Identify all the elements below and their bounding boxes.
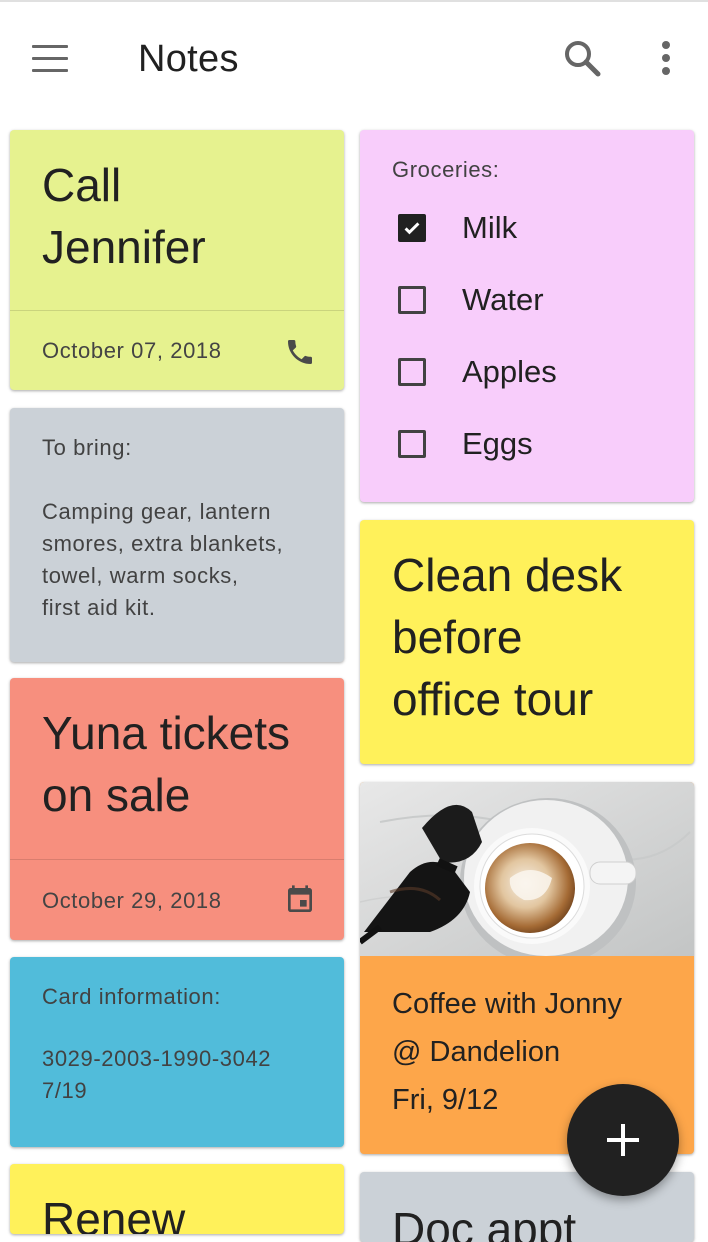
- search-icon[interactable]: [560, 36, 604, 80]
- note-card-clean-desk[interactable]: Clean desk before office tour: [360, 520, 694, 764]
- note-card-yuna-tickets[interactable]: Yuna tickets on sale October 29, 2018: [10, 678, 344, 940]
- note-card-call-jennifer[interactable]: Call Jennifer October 07, 2018: [10, 130, 344, 390]
- note-title-line: Doc appt: [392, 1203, 577, 1242]
- checkbox-unchecked[interactable]: [398, 358, 426, 386]
- page-title: Notes: [138, 38, 239, 80]
- note-title-line: on sale: [42, 769, 191, 821]
- note-heading: Groceries:: [392, 157, 500, 182]
- note-heading: Card information:: [42, 984, 221, 1009]
- checkbox-unchecked[interactable]: [398, 430, 426, 458]
- card-divider: [10, 859, 344, 860]
- card-divider: [10, 310, 344, 311]
- checklist-item-label: Eggs: [462, 426, 533, 461]
- note-heading: To bring:: [42, 435, 132, 460]
- note-card-groceries[interactable]: Groceries: Milk Water Apples Eggs: [360, 130, 694, 502]
- note-card-to-bring[interactable]: To bring: Camping gear, lantern smores, …: [10, 408, 344, 662]
- note-body-line: smores, extra blankets,: [42, 531, 284, 556]
- coffee-cup-with-sunglasses-image: [360, 782, 694, 956]
- app-bar: Notes: [0, 2, 708, 114]
- note-card-renew[interactable]: Renew: [10, 1164, 344, 1234]
- note-date: October 07, 2018: [42, 338, 222, 363]
- checkbox-unchecked[interactable]: [398, 286, 426, 314]
- checklist-item-label: Milk: [462, 210, 518, 245]
- note-body-line: first aid kit.: [42, 595, 156, 620]
- note-title-line: Yuna tickets: [42, 707, 291, 759]
- note-body-line: 3029-2003-1990-3042: [42, 1046, 272, 1071]
- note-title-line: before: [392, 611, 523, 663]
- note-title-line: Call: [42, 159, 122, 211]
- note-title-line: Renew: [42, 1193, 186, 1234]
- checklist-item-label: Water: [462, 282, 544, 317]
- hamburger-menu-icon[interactable]: [30, 45, 70, 73]
- add-note-button[interactable]: [567, 1084, 679, 1196]
- phone-icon[interactable]: [284, 336, 316, 368]
- note-body-line: Camping gear, lantern: [42, 499, 272, 524]
- note-date: October 29, 2018: [42, 888, 222, 913]
- checklist-item-label: Apples: [462, 354, 557, 389]
- note-body-line: 7/19: [42, 1078, 88, 1103]
- add-icon: [607, 1124, 639, 1156]
- more-vert-icon[interactable]: [650, 36, 682, 80]
- note-title-line: Coffee with Jonny: [392, 988, 622, 1020]
- calendar-icon[interactable]: [284, 884, 316, 916]
- note-title-line: Jennifer: [42, 221, 206, 273]
- note-title-line: office tour: [392, 673, 594, 725]
- note-body-line: towel, warm socks,: [42, 563, 239, 588]
- note-card-card-information[interactable]: Card information: 3029-2003-1990-3042 7/…: [10, 957, 344, 1147]
- note-title-line: Clean desk: [392, 549, 623, 601]
- checkbox-checked[interactable]: [398, 214, 426, 242]
- note-title-line: @ Dandelion: [392, 1036, 561, 1068]
